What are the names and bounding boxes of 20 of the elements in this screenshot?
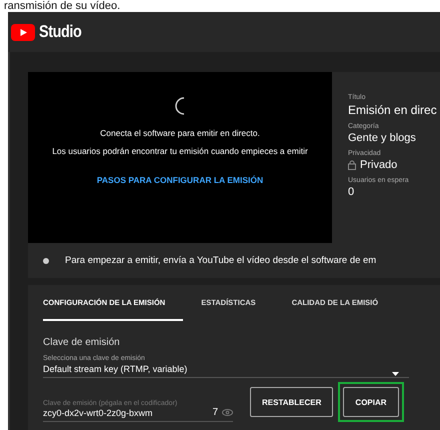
- detail-value: Privado: [360, 159, 398, 171]
- setup-steps-link[interactable]: PASOS PARA CONFIGURAR LA EMISIÓN: [96, 175, 264, 185]
- detail-value: 0: [348, 186, 356, 198]
- page-heading: ransmisión de su vídeo.: [3, 0, 122, 12]
- action-button[interactable]: RESTABLECER: [250, 387, 334, 417]
- connect-message: Conecta el software para emitir en directo.: [100, 128, 260, 138]
- visibility-note: Los usuarios podrán encontrar tu emisión cuando empieces a emitir: [51, 146, 309, 157]
- action-button[interactable]: COPIAR: [343, 387, 399, 417]
- status-message: Para empezar a emitir, envía a YouTube el vídeo desde el software de em: [65, 255, 376, 266]
- eye-icon[interactable]: [222, 409, 233, 416]
- status-dot-icon: [43, 258, 49, 264]
- spinner-icon: [174, 96, 186, 116]
- detail-value: Gente y blogs: [348, 132, 417, 144]
- brand-name: Studio: [39, 22, 82, 42]
- detail-value: Emisión en direc: [348, 103, 438, 117]
- character-count: 7: [212, 407, 218, 418]
- lock-icon: [348, 160, 356, 170]
- caret-icon: [392, 372, 399, 376]
- section-title: Clave de emisión: [43, 337, 121, 348]
- logo-icon: [11, 24, 35, 40]
